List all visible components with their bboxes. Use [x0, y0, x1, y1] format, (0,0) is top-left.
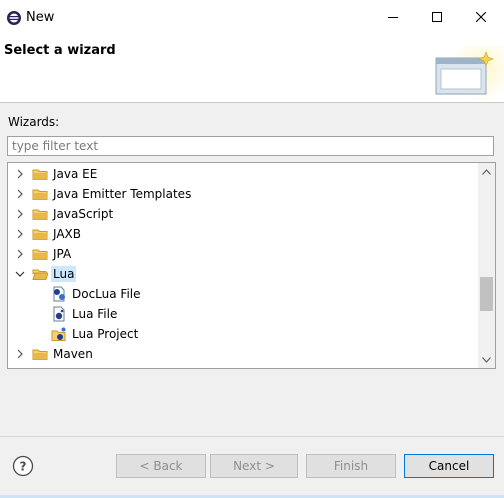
maximize-icon	[432, 11, 442, 25]
chevron-right-icon[interactable]	[14, 168, 26, 180]
chevron-right-icon[interactable]	[14, 208, 26, 220]
chevron-right-icon[interactable]	[14, 248, 26, 260]
tree-item[interactable]: Lua Project	[8, 324, 476, 344]
filter-input[interactable]	[8, 137, 493, 155]
chevron-down-icon[interactable]	[14, 268, 26, 280]
tree-item[interactable]: JPA	[8, 244, 476, 264]
chevron-right-icon[interactable]	[14, 348, 26, 360]
tree-item-label: Java Emitter Templates	[53, 187, 192, 201]
tree-item-label: Java EE	[53, 167, 98, 181]
folder-icon	[32, 206, 48, 222]
help-icon[interactable]: ?	[12, 455, 34, 477]
lua-file-icon	[51, 306, 67, 322]
maximize-button[interactable]	[414, 6, 460, 30]
cancel-button[interactable]: Cancel	[404, 454, 494, 478]
close-button[interactable]	[458, 6, 504, 30]
chevron-right-icon[interactable]	[14, 188, 26, 200]
scroll-down-icon[interactable]	[478, 351, 495, 368]
close-icon	[475, 11, 487, 25]
title-bar: New	[0, 0, 504, 36]
folder-icon	[32, 226, 48, 242]
folder-open-icon	[32, 266, 49, 282]
footer-separator	[0, 436, 504, 437]
next-button[interactable]: Next >	[210, 454, 298, 478]
tree-item[interactable]: JavaScript	[8, 204, 476, 224]
folder-icon	[32, 246, 48, 262]
minimize-button[interactable]	[370, 6, 416, 30]
lua-project-icon	[51, 326, 67, 342]
scrollbar-thumb[interactable]	[480, 277, 493, 311]
svg-text:?: ?	[20, 460, 27, 474]
back-button[interactable]: < Back	[116, 454, 206, 478]
tree-item-label: Lua	[51, 266, 77, 282]
folder-icon	[32, 186, 48, 202]
tree-item[interactable]: Lua	[8, 264, 476, 284]
folder-icon	[32, 346, 48, 362]
wizard-tree[interactable]: Java EE Java Emitter Templates JavaScrip…	[7, 162, 496, 369]
tree-item[interactable]: Java Emitter Templates	[8, 184, 476, 204]
tree-item[interactable]: Lua File	[8, 304, 476, 324]
tree-item[interactable]: Maven	[8, 344, 476, 364]
wizards-label: Wizards:	[8, 115, 60, 129]
tree-item[interactable]: JAXB	[8, 224, 476, 244]
filter-field[interactable]	[7, 136, 494, 156]
eclipse-icon	[6, 10, 22, 26]
scroll-up-icon[interactable]	[478, 163, 495, 180]
doclua-file-icon	[51, 286, 67, 302]
tree-item-label: JAXB	[53, 227, 81, 241]
tree-item[interactable]: DocLua File	[8, 284, 476, 304]
tree-item-label: Lua Project	[72, 327, 139, 341]
window-title: New	[26, 10, 55, 25]
tree-item-label: DocLua File	[72, 287, 141, 301]
minimize-icon	[388, 11, 398, 25]
tree-item-label: Maven	[53, 347, 93, 361]
finish-button[interactable]: Finish	[306, 454, 396, 478]
tree-item-label: JavaScript	[53, 207, 114, 221]
wizard-header: Select a wizard	[0, 36, 504, 103]
tree-item-label: Lua File	[72, 307, 118, 321]
tree-item[interactable]: Java EE	[8, 164, 476, 184]
chevron-right-icon[interactable]	[14, 228, 26, 240]
vertical-scrollbar[interactable]	[478, 163, 495, 368]
page-title: Select a wizard	[4, 43, 116, 58]
tree-item-label: JPA	[53, 247, 72, 261]
folder-icon	[32, 166, 48, 182]
wizard-banner-icon	[432, 46, 504, 102]
